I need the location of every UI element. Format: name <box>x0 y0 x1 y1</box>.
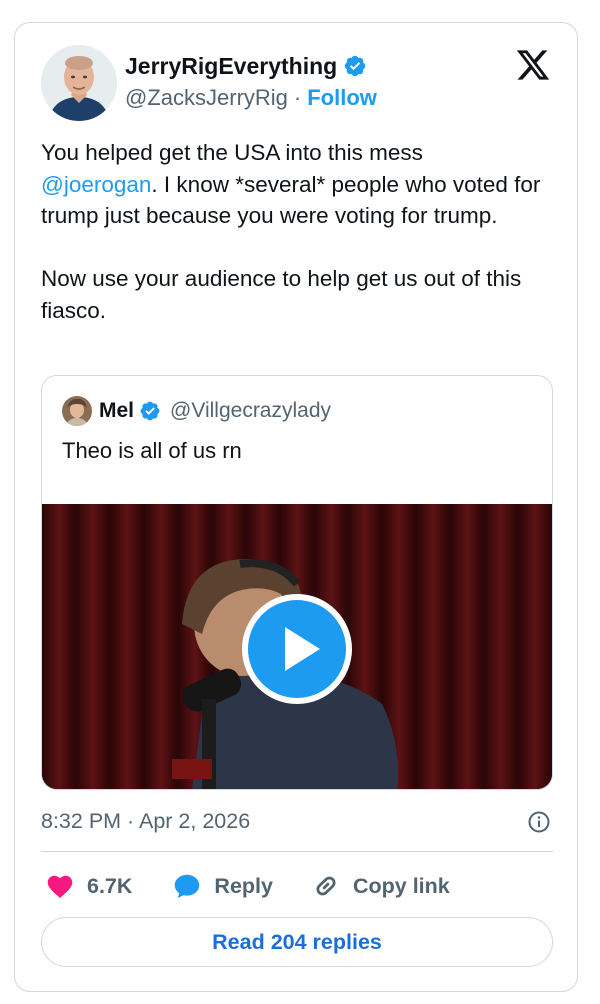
x-logo-icon[interactable] <box>515 47 551 83</box>
tweet-card: JerryRigEverything @ZacksJerryRig · Foll… <box>14 22 578 992</box>
reply-button[interactable]: Reply <box>172 871 273 901</box>
author-handle[interactable]: @ZacksJerryRig <box>125 85 288 111</box>
verified-badge-icon <box>344 55 366 77</box>
separator-dot: · <box>293 85 302 110</box>
reply-icon <box>175 874 200 898</box>
copy-link-label: Copy link <box>352 873 450 898</box>
like-button[interactable]: 6.7K <box>45 871 132 901</box>
info-icon[interactable] <box>527 810 551 834</box>
author-avatar[interactable] <box>41 45 117 121</box>
tweet-text: You helped get the USA into this mess @j… <box>41 137 553 326</box>
tweet-text-part1: You helped get the USA into this mess <box>41 140 423 165</box>
verified-badge-icon <box>140 401 160 421</box>
action-bar: 6.7K Reply Copy link <box>41 866 450 906</box>
link-icon <box>316 876 336 896</box>
author-display-name[interactable]: JerryRigEverything <box>125 53 337 80</box>
quoted-author-name: Mel <box>99 399 135 422</box>
quoted-tweet-text: Theo is all of us rn <box>62 438 242 463</box>
quoted-tweet-header: Mel @Villgecrazylady <box>62 396 331 426</box>
quoted-tweet[interactable]: Mel @Villgecrazylady Theo is all of us r… <box>41 375 553 790</box>
heart-icon <box>47 875 73 898</box>
read-replies-button[interactable]: Read 204 replies <box>41 917 553 967</box>
divider <box>41 851 553 852</box>
quoted-author-handle: @Villgecrazylady <box>170 399 332 422</box>
play-icon[interactable] <box>240 592 354 706</box>
like-count: 6.7K <box>87 873 133 898</box>
mention-link[interactable]: @joerogan <box>41 172 151 197</box>
video-thumbnail[interactable] <box>42 504 552 789</box>
follow-button[interactable]: Follow <box>307 85 377 111</box>
author-info: JerryRigEverything @ZacksJerryRig · Foll… <box>125 51 377 115</box>
quoted-author-avatar[interactable] <box>62 396 92 426</box>
copy-link-button[interactable]: Copy link <box>311 871 450 901</box>
tweet-timestamp[interactable]: 8:32 PM · Apr 2, 2026 <box>41 806 250 836</box>
reply-label: Reply <box>214 873 273 898</box>
